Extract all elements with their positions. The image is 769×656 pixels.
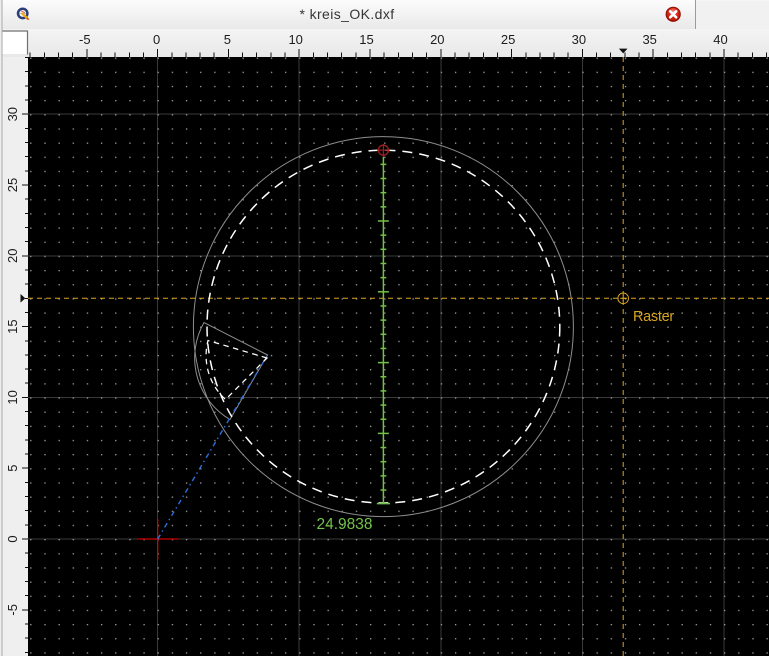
svg-text:30: 30 (5, 107, 20, 121)
svg-text:* kreis_OK.dxf: * kreis_OK.dxf (299, 6, 394, 22)
svg-text:25: 25 (5, 178, 20, 192)
svg-text:-5: -5 (5, 604, 20, 616)
svg-text:5: 5 (224, 32, 231, 47)
svg-text:Raster: Raster (633, 309, 674, 325)
svg-text:15: 15 (359, 32, 373, 47)
svg-text:25: 25 (501, 32, 515, 47)
svg-text:35: 35 (642, 32, 656, 47)
svg-text:30: 30 (572, 32, 586, 47)
svg-text:20: 20 (5, 249, 20, 263)
svg-text:10: 10 (288, 32, 302, 47)
svg-text:0: 0 (153, 32, 160, 47)
svg-text:-5: -5 (79, 32, 91, 47)
svg-text:5: 5 (5, 465, 20, 472)
svg-text:24.9838: 24.9838 (317, 516, 373, 533)
svg-text:0: 0 (5, 535, 20, 542)
svg-text:10: 10 (5, 390, 20, 404)
svg-text:40: 40 (713, 32, 727, 47)
svg-text:15: 15 (5, 319, 20, 333)
svg-text:20: 20 (430, 32, 444, 47)
